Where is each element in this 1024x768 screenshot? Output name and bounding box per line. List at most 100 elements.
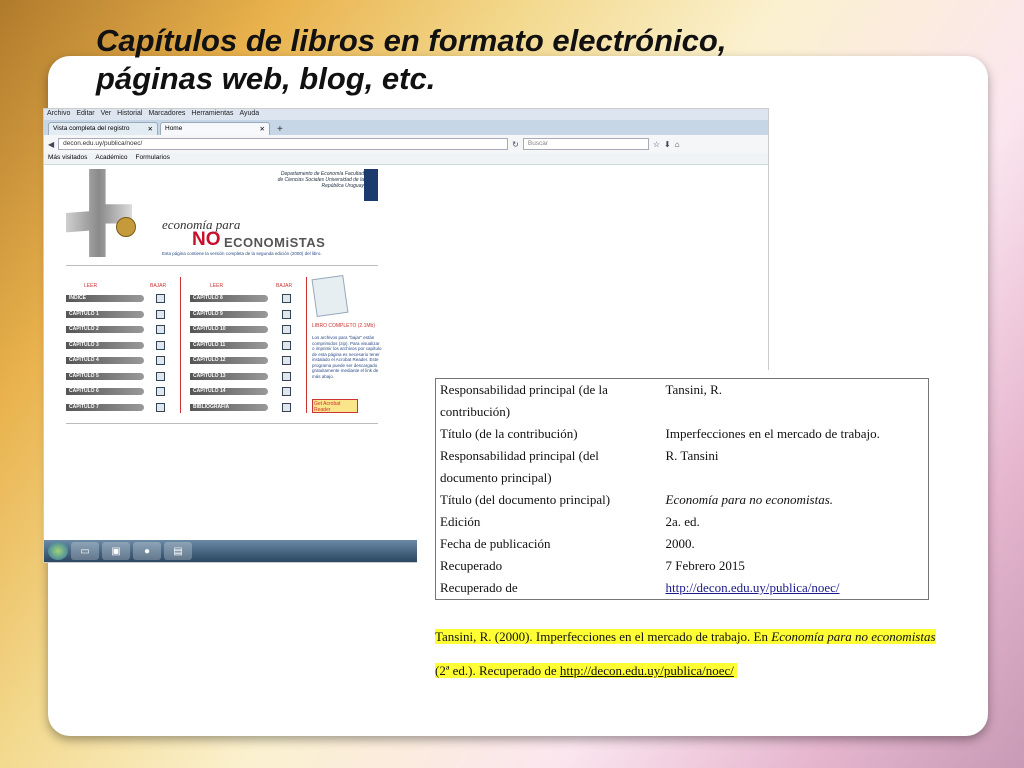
- chapter-link[interactable]: BIBLIOGRAFIA: [190, 403, 268, 411]
- firefox-icon[interactable]: ●: [133, 542, 161, 560]
- chapter-link[interactable]: CAPITULO 12: [190, 357, 268, 364]
- download-note: Los archivos para "bajar" están comprimi…: [312, 335, 382, 379]
- chapter-link[interactable]: CAPITULO 1: [66, 310, 144, 318]
- table-row: Recuperado de http://decon.edu.uy/publica…: [436, 577, 929, 600]
- chapter-link[interactable]: CAPITULO 4: [66, 357, 144, 364]
- divider: [66, 423, 378, 424]
- bookmark-formularios[interactable]: Formularios: [136, 154, 170, 163]
- chapter-link[interactable]: CAPITULO 9: [190, 310, 268, 318]
- row-label: Responsabilidad principal (de la contrib…: [440, 382, 608, 419]
- book-cover-image[interactable]: [311, 274, 349, 318]
- menu-ayuda[interactable]: Ayuda: [239, 110, 259, 119]
- chapter-link[interactable]: CAPITULO 10: [190, 326, 268, 333]
- download-disk-icon[interactable]: [282, 294, 291, 303]
- home-icon[interactable]: ⌂: [675, 140, 680, 149]
- table-row: Título (de la contribución) Imperfeccione…: [436, 423, 929, 445]
- column-divider: [306, 277, 307, 413]
- acrobat-reader-badge[interactable]: Get Acrobat Reader: [312, 399, 358, 413]
- download-disk-icon[interactable]: [282, 309, 291, 319]
- menu-ver[interactable]: Ver: [101, 110, 112, 119]
- department-logo: [364, 169, 378, 201]
- download-disk-icon[interactable]: [282, 356, 291, 365]
- download-disk-icon[interactable]: [156, 294, 165, 303]
- menu-marcadores[interactable]: Marcadores: [148, 110, 185, 119]
- table-row: Responsabilidad principal (del documento…: [436, 445, 929, 489]
- star-icon[interactable]: ☆: [653, 140, 660, 149]
- download-disk-icon[interactable]: [282, 325, 291, 334]
- tab-vista-completa[interactable]: Vista completa del registro ✕: [48, 122, 158, 135]
- url-input[interactable]: decon.edu.uy/publica/noec/: [58, 138, 509, 150]
- coin-image: [116, 217, 136, 237]
- col-bajar: BAJAR: [150, 283, 167, 289]
- download-disk-icon[interactable]: [156, 356, 165, 365]
- libro-completo-link[interactable]: LIBRO COMPLETO (2.1Mb): [312, 323, 375, 329]
- download-disk-icon[interactable]: [156, 402, 165, 412]
- row-value-link[interactable]: http://decon.edu.uy/publica/noec/: [666, 580, 840, 595]
- bookmark-academico[interactable]: Académico: [95, 154, 127, 163]
- tab-strip: Vista completa del registro ✕ Home ✕ +: [44, 120, 768, 135]
- brand-no: NO: [192, 229, 221, 250]
- close-icon[interactable]: ✕: [148, 125, 153, 133]
- paint-icon[interactable]: ▤: [164, 542, 192, 560]
- new-tab-button[interactable]: +: [272, 124, 288, 135]
- table-row: Fecha de publicación 2000.: [436, 533, 929, 555]
- table-row: Edición 2a. ed.: [436, 511, 929, 533]
- download-disk-icon[interactable]: [156, 325, 165, 334]
- row-label: Responsabilidad principal (del documento…: [440, 448, 599, 485]
- menu-editar[interactable]: Editar: [76, 110, 94, 119]
- reference-table: Responsabilidad principal (de la contrib…: [435, 378, 929, 600]
- col-leer: LEER: [84, 283, 98, 289]
- chapter-link[interactable]: CAPITULO 3: [66, 341, 144, 349]
- row-value: http://decon.edu.uy/publica/noec/: [662, 577, 929, 600]
- chapter-link[interactable]: CAPITULO 2: [66, 326, 144, 333]
- download-disk-icon[interactable]: [282, 387, 291, 396]
- reload-icon[interactable]: ↻: [512, 140, 519, 149]
- chapter-link[interactable]: CAPITULO 14: [190, 388, 268, 395]
- reference-panel: Responsabilidad principal (de la contrib…: [417, 370, 963, 693]
- chapter-link[interactable]: CAPITULO 6: [66, 388, 144, 395]
- start-button[interactable]: [48, 542, 68, 560]
- menu-historial[interactable]: Historial: [117, 110, 142, 119]
- col-bajar-2: BAJAR: [276, 283, 293, 289]
- row-value-text: Economía para no economistas.: [665, 492, 834, 507]
- download-disk-icon[interactable]: [156, 371, 165, 381]
- chapter-link[interactable]: CAPITULO 8: [190, 295, 268, 302]
- search-input[interactable]: Buscar: [522, 138, 649, 150]
- row-label: Edición: [440, 514, 481, 529]
- row-label: Título (de la contribución): [440, 426, 578, 441]
- row-value: 7 Febrero 2015: [665, 558, 745, 573]
- explorer-icon[interactable]: ▭: [71, 542, 99, 560]
- download-disk-icon[interactable]: [156, 340, 165, 350]
- citation-link[interactable]: http://decon.edu.uy/publica/noec/: [560, 663, 734, 678]
- title-line-2: páginas web, blog, etc.: [96, 61, 436, 96]
- col-leer-2: LEER: [210, 283, 224, 289]
- office-icon[interactable]: ▣: [102, 542, 130, 560]
- row-label: Título (del documento principal): [440, 492, 611, 507]
- tab-home[interactable]: Home ✕: [160, 122, 270, 135]
- bookmark-mas-visitados[interactable]: Más visitados: [48, 154, 87, 163]
- menu-herramientas[interactable]: Herramientas: [191, 110, 233, 119]
- table-row: Título (del documento principal) Economía…: [436, 489, 929, 511]
- chapter-link[interactable]: CAPITULO 7: [66, 403, 144, 411]
- download-disk-icon[interactable]: [156, 309, 165, 319]
- citation-line-1: Tansini, R. (2000). Imperfecciones en el…: [435, 629, 936, 644]
- chapter-link[interactable]: INDICE: [66, 295, 144, 302]
- chapter-link[interactable]: CAPITULO 11: [190, 341, 268, 349]
- bookmarks-bar: Más visitados Académico Formularios: [44, 153, 768, 165]
- caliper-image: [66, 169, 132, 257]
- department-label: Departamento de Economía Facultad de Cie…: [277, 171, 364, 189]
- download-icon[interactable]: ⬇: [664, 140, 671, 149]
- slide-title: Capítulos de libros en formato electróni…: [96, 22, 726, 98]
- row-value: 2000.: [665, 536, 695, 551]
- download-disk-icon[interactable]: [156, 387, 165, 396]
- back-icon[interactable]: ◀: [48, 140, 54, 149]
- title-line-1: Capítulos de libros en formato electróni…: [96, 23, 727, 58]
- row-value: 2a. ed.: [665, 514, 700, 529]
- chapter-link[interactable]: CAPITULO 5: [66, 372, 144, 380]
- menu-archivo[interactable]: Archivo: [47, 110, 70, 119]
- close-icon[interactable]: ✕: [260, 125, 265, 133]
- download-disk-icon[interactable]: [282, 371, 291, 381]
- chapter-link[interactable]: CAPITULO 13: [190, 372, 268, 380]
- download-disk-icon[interactable]: [282, 402, 291, 412]
- download-disk-icon[interactable]: [282, 340, 291, 350]
